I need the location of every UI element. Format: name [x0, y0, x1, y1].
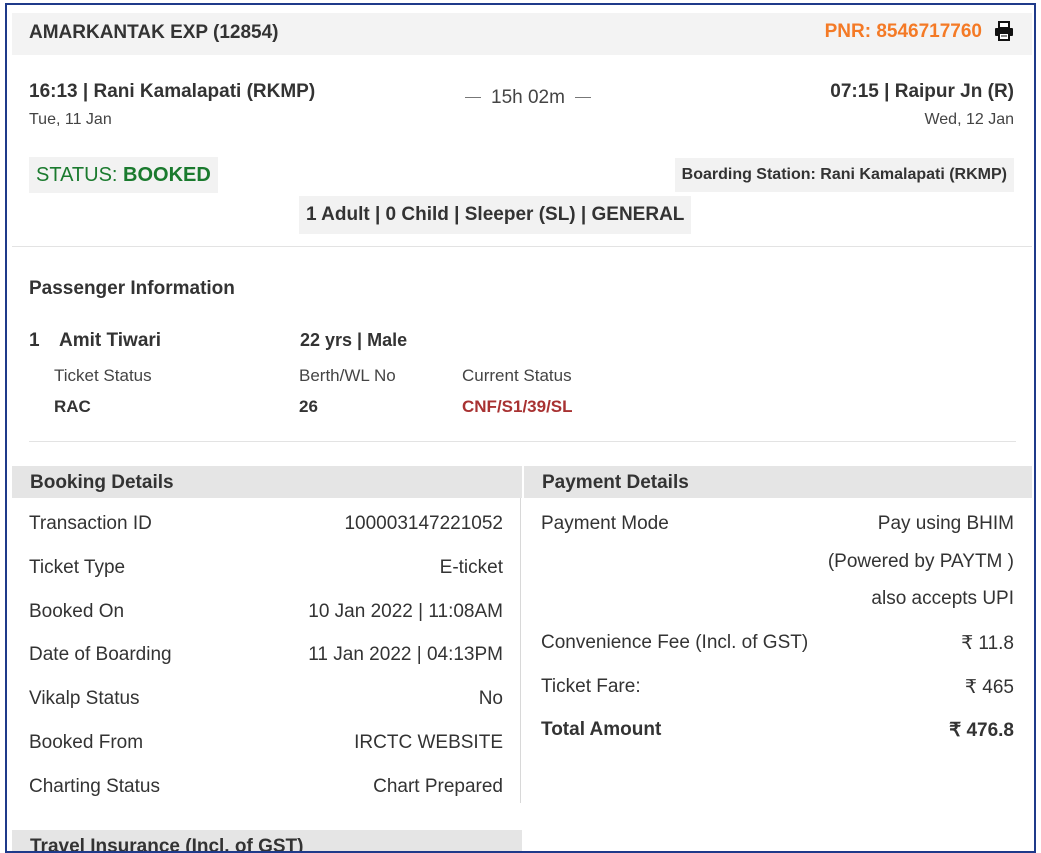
ticket-type-value: E-ticket	[439, 557, 503, 578]
transaction-id-value: 100003147221052	[344, 513, 503, 534]
departure-date: Tue, 11 Jan	[29, 111, 112, 128]
total-amount-value: ₹ 476.8	[949, 720, 1014, 741]
payment-mode-line-1: Pay using BHIM	[877, 513, 1014, 534]
departure-time-station: 16:13 | Rani Kamalapati (RKMP)	[29, 81, 316, 102]
booked-on-label: Booked On	[29, 601, 125, 622]
booking-details-header: Booking Details	[12, 466, 522, 498]
current-status-label: Current Status	[462, 366, 572, 385]
duration-text: 15h 02m	[491, 87, 565, 108]
ticket-fare-value: ₹ 465	[964, 677, 1014, 698]
berth-value: 26	[299, 397, 318, 416]
passenger-name: Amit Tiwari	[59, 330, 162, 351]
status-label: STATUS:	[36, 164, 124, 186]
passenger-info-title: Passenger Information	[29, 278, 235, 299]
printer-icon[interactable]	[994, 21, 1014, 41]
payment-mode-line-3: also accepts UPI	[871, 588, 1014, 609]
ticket-type-label: Ticket Type	[29, 557, 126, 578]
travel-insurance-title: Travel Insurance (Incl. of GST)	[30, 836, 304, 853]
date-of-boarding-value: 11 Jan 2022 | 04:13PM	[308, 644, 503, 665]
charting-status-value: Chart Prepared	[373, 776, 503, 797]
passenger-age-gender: 22 yrs | Male	[300, 330, 408, 350]
duration-line-left	[465, 97, 481, 99]
convenience-fee-value: ₹ 11.8	[961, 633, 1014, 654]
ticket-status-value: RAC	[54, 397, 91, 416]
travel-insurance-header: Travel Insurance (Incl. of GST)	[12, 830, 522, 853]
payment-details-header: Payment Details	[524, 466, 1032, 498]
date-of-boarding-label: Date of Boarding	[29, 644, 172, 665]
journey-duration: 15h 02m	[455, 87, 601, 109]
booked-from-value: IRCTC WEBSITE	[354, 732, 503, 753]
divider	[29, 441, 1016, 442]
booked-from-label: Booked From	[29, 732, 144, 753]
payment-mode-line-2: (Powered by PAYTM )	[827, 551, 1014, 572]
payment-mode-label: Payment Mode	[541, 513, 669, 534]
ticket-card: AMARKANTAK EXP (12854) PNR: 8546717760 1…	[5, 3, 1036, 853]
passenger-summary: 1 Adult | 0 Child | Sleeper (SL) | GENER…	[299, 196, 692, 234]
charting-status-label: Charting Status	[29, 776, 160, 797]
arrival-time-station: 07:15 | Raipur Jn (R)	[830, 81, 1014, 102]
arrival-date: Wed, 12 Jan	[924, 111, 1014, 128]
transaction-id-label: Transaction ID	[29, 513, 152, 534]
booking-status-badge: STATUS: BOOKED	[29, 157, 218, 193]
ticket-fare-label: Ticket Fare:	[541, 676, 641, 697]
status-value: BOOKED	[123, 164, 211, 186]
vikalp-status-value: No	[478, 688, 503, 709]
vikalp-status-label: Vikalp Status	[29, 688, 140, 709]
booked-on-value: 10 Jan 2022 | 11:08AM	[308, 601, 503, 622]
current-status-value: CNF/S1/39/SL	[462, 397, 573, 416]
booking-details-title: Booking Details	[30, 472, 174, 493]
divider	[12, 246, 1032, 247]
pnr-number: PNR: 8546717760	[824, 21, 982, 42]
berth-label: Berth/WL No	[299, 366, 396, 385]
payment-details-title: Payment Details	[542, 472, 689, 493]
boarding-station: Boarding Station: Rani Kamalapati (RKMP)	[674, 158, 1014, 192]
column-divider	[520, 498, 521, 803]
total-amount-label: Total Amount	[541, 719, 662, 740]
ticket-status-label: Ticket Status	[54, 366, 152, 385]
convenience-fee-label: Convenience Fee (Incl. of GST)	[541, 632, 809, 653]
duration-line-right	[574, 97, 591, 99]
train-name: AMARKANTAK EXP (12854)	[29, 22, 279, 43]
passenger-number: 1	[29, 330, 40, 351]
